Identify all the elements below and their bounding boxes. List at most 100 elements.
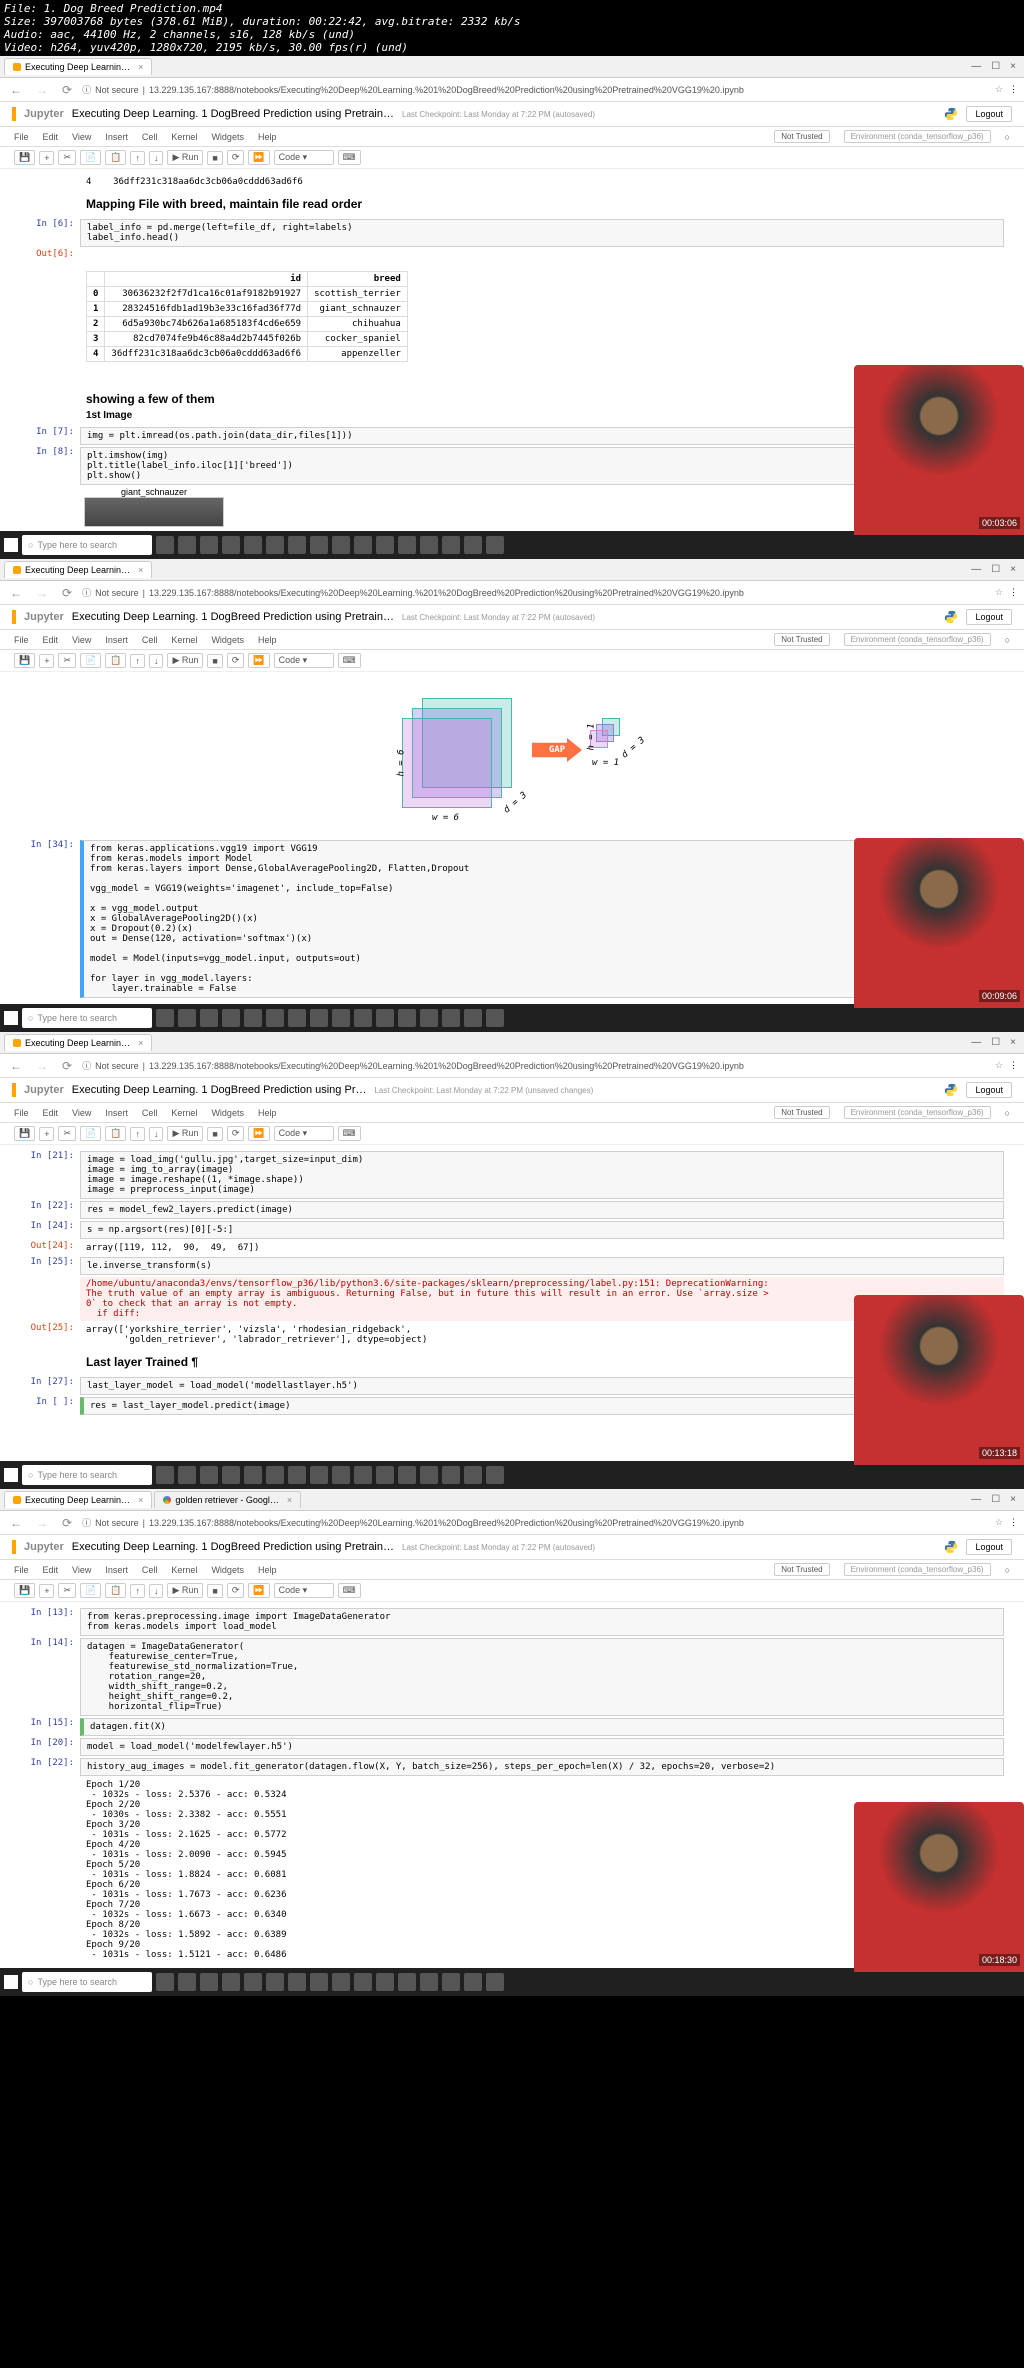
jupyter-logo[interactable]: Jupyter [24,611,64,623]
bookmark-icon[interactable]: ☆ [995,587,1003,598]
task-icon[interactable] [200,1009,218,1027]
move-up-icon[interactable]: ↑ [130,654,145,668]
windows-start-icon[interactable] [4,1011,18,1025]
run-button[interactable]: ▶ Run [167,150,203,165]
task-icon[interactable] [178,1466,196,1484]
task-icon[interactable] [420,1009,438,1027]
close-icon[interactable]: × [138,1038,143,1048]
copy-icon[interactable]: 📄 [80,653,101,668]
paste-icon[interactable]: 📋 [105,1126,126,1141]
code-cell[interactable]: datagen.fit(X) [80,1718,1004,1736]
menu-kernel[interactable]: Kernel [171,635,197,645]
save-icon[interactable]: 💾 [14,1583,35,1598]
task-icon[interactable] [310,1009,328,1027]
trust-button[interactable]: Not Trusted [774,130,829,143]
menu-file[interactable]: File [14,635,29,645]
browser-tab[interactable]: Executing Deep Learnin…× [4,1034,152,1051]
menu-file[interactable]: File [14,1565,29,1575]
menu-icon[interactable]: ⋮ [1009,84,1018,95]
cut-icon[interactable]: ✂ [58,653,76,668]
minimize-icon[interactable]: — [971,1037,981,1048]
command-palette-icon[interactable]: ⌨ [338,1126,361,1141]
menu-insert[interactable]: Insert [105,1565,128,1575]
add-cell-icon[interactable]: + [39,654,54,668]
save-icon[interactable]: 💾 [14,653,35,668]
menu-help[interactable]: Help [258,1565,277,1575]
browser-tab[interactable]: Executing Deep Learnin…× [4,561,152,578]
add-cell-icon[interactable]: + [39,1127,54,1141]
maximize-icon[interactable]: ☐ [991,1037,1000,1048]
menu-insert[interactable]: Insert [105,132,128,142]
minimize-icon[interactable]: — [971,564,981,575]
task-icon[interactable] [486,1466,504,1484]
task-icon[interactable] [156,536,174,554]
paste-icon[interactable]: 📋 [105,150,126,165]
task-icon[interactable] [376,536,394,554]
menu-cell[interactable]: Cell [142,1565,158,1575]
menu-icon[interactable]: ⋮ [1009,1060,1018,1071]
cell-type-select[interactable]: Code ▾ [274,1126,334,1141]
code-cell[interactable]: s = np.argsort(res)[0][-5:] [80,1221,1004,1239]
run-button[interactable]: ▶ Run [167,1583,203,1598]
notebook-title[interactable]: Executing Deep Learning. 1 DogBreed Pred… [72,611,394,623]
restart-icon[interactable]: ⟳ [227,1126,245,1141]
jupyter-logo[interactable]: Jupyter [24,1084,64,1096]
kernel-env[interactable]: Environment (conda_tensorflow_p36) [844,1106,991,1119]
kernel-env[interactable]: Environment (conda_tensorflow_p36) [844,1563,991,1576]
logout-button[interactable]: Logout [966,609,1012,625]
paste-icon[interactable]: 📋 [105,653,126,668]
restart-run-icon[interactable]: ⏩ [248,150,269,165]
logout-button[interactable]: Logout [966,106,1012,122]
task-icon[interactable] [464,1466,482,1484]
bookmark-icon[interactable]: ☆ [995,84,1003,95]
browser-tab-google[interactable]: golden retriever - Googl…× [154,1491,301,1508]
close-icon[interactable]: × [287,1495,292,1505]
interrupt-icon[interactable]: ■ [207,654,222,668]
close-icon[interactable]: × [1010,1494,1016,1505]
task-icon[interactable] [398,536,416,554]
move-up-icon[interactable]: ↑ [130,1584,145,1598]
close-icon[interactable]: × [138,565,143,575]
command-palette-icon[interactable]: ⌨ [338,150,361,165]
task-icon[interactable] [310,536,328,554]
task-icon[interactable] [354,1466,372,1484]
task-icon[interactable] [464,1009,482,1027]
task-icon[interactable] [420,1466,438,1484]
browser-tab[interactable]: Executing Deep Learnin…× [4,58,152,75]
restart-run-icon[interactable]: ⏩ [248,1126,269,1141]
run-button[interactable]: ▶ Run [167,653,203,668]
jupyter-logo[interactable]: Jupyter [24,1541,64,1553]
back-icon[interactable]: ← [6,83,26,97]
task-icon[interactable] [354,536,372,554]
maximize-icon[interactable]: ☐ [991,61,1000,72]
task-icon[interactable] [178,536,196,554]
task-icon[interactable] [332,1973,350,1991]
task-icon[interactable] [288,1466,306,1484]
task-icon[interactable] [266,536,284,554]
task-icon[interactable] [178,1009,196,1027]
task-icon[interactable] [354,1009,372,1027]
menu-icon[interactable]: ⋮ [1009,587,1018,598]
command-palette-icon[interactable]: ⌨ [338,1583,361,1598]
menu-edit[interactable]: Edit [43,132,59,142]
paste-icon[interactable]: 📋 [105,1583,126,1598]
code-cell[interactable]: datagen = ImageDataGenerator( featurewis… [80,1638,1004,1716]
menu-view[interactable]: View [72,1565,91,1575]
code-cell[interactable]: model = load_model('modelfewlayer.h5') [80,1738,1004,1756]
notebook-title[interactable]: Executing Deep Learning. 1 DogBreed Pred… [72,1541,394,1553]
close-icon[interactable]: × [1010,1037,1016,1048]
task-icon[interactable] [244,536,262,554]
move-up-icon[interactable]: ↑ [130,1127,145,1141]
logout-button[interactable]: Logout [966,1539,1012,1555]
menu-help[interactable]: Help [258,635,277,645]
task-icon[interactable] [178,1973,196,1991]
task-icon[interactable] [332,1466,350,1484]
task-icon[interactable] [376,1466,394,1484]
move-down-icon[interactable]: ↓ [149,1584,164,1598]
browser-tab[interactable]: Executing Deep Learnin…× [4,1491,152,1508]
task-icon[interactable] [398,1466,416,1484]
cell-type-select[interactable]: Code ▾ [274,150,334,165]
task-icon[interactable] [354,1973,372,1991]
copy-icon[interactable]: 📄 [80,1126,101,1141]
back-icon[interactable]: ← [6,586,26,600]
